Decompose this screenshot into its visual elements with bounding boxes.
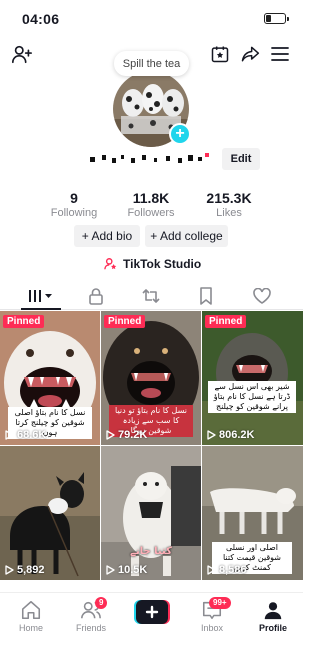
pinned-badge: Pinned [3,315,45,328]
nav-friends-label: Friends [75,623,106,633]
play-icon [207,430,216,440]
spill-the-tea-bubble[interactable]: Spill the tea [114,51,189,76]
tab-reposts[interactable] [141,286,161,306]
tab-private[interactable] [86,286,106,306]
view-count: 8,586 [207,564,247,576]
pinned-badge: Pinned [104,315,146,328]
bookmark-icon [200,287,212,305]
followers-label: Followers [127,207,175,219]
video-thumbnail [202,311,303,445]
play-icon [106,430,115,440]
home-icon [21,600,41,620]
add-avatar-button[interactable]: + [169,123,191,145]
nav-profile[interactable]: Profile [248,599,298,633]
video-tile[interactable]: اصلی اور نسلی شوقین قیمت کتنا کمنٹ کریں … [202,446,303,580]
likes-label: Likes [216,207,242,219]
stat-likes[interactable]: 215.3K Likes [189,190,269,219]
play-icon [5,565,14,575]
followers-count: 11.8K [132,190,170,206]
add-bio-button[interactable]: + Add bio [74,225,140,247]
add-college-button[interactable]: + Add college [145,225,228,247]
profile-tabs [0,282,303,310]
lock-icon [89,288,103,305]
view-count-value: 79.2K [118,429,148,441]
calendar-star-icon[interactable] [208,42,232,66]
create-button[interactable] [134,600,170,624]
tab-videos[interactable] [28,286,54,306]
pinned-badge: Pinned [205,315,247,328]
play-icon [5,430,14,440]
tab-liked[interactable] [252,286,272,306]
nav-home[interactable]: Home [6,599,56,633]
nav-home-label: Home [18,623,43,633]
menu-icon[interactable] [268,42,292,66]
profile-avatar[interactable]: + [113,71,191,147]
add-friend-icon[interactable] [10,42,34,66]
studio-label: TikTok Studio [123,257,202,271]
view-count: 806.2K [207,429,254,441]
nav-profile-label: Profile [258,623,287,633]
active-tab-indicator [21,308,61,310]
stat-following[interactable]: 9 Following [34,190,114,219]
video-tile[interactable]: Pinned نسل کا نام بتاؤ اصلی شوقین کو چیل… [0,311,100,445]
video-tile[interactable]: کتنا جانے 10.5K [101,446,201,580]
tab-saved[interactable] [196,286,216,306]
video-caption: کتنا جانے [130,546,172,557]
video-grid: Pinned نسل کا نام بتاؤ اصلی شوقین کو چیل… [0,311,303,591]
view-count-value: 8,586 [219,564,247,576]
repost-icon [142,289,160,303]
profile-icon [264,602,282,620]
play-icon [106,565,115,575]
video-thumbnail [101,446,201,580]
view-count: 68.6K [5,429,46,441]
play-icon [207,565,216,575]
nav-friends[interactable]: 9 Friends [66,597,116,633]
profile-stats: 9 Following 11.8K Followers 215.3K Likes [0,190,303,220]
view-count-value: 10.5K [118,564,148,576]
nav-inbox-label: Inbox [200,623,224,633]
friends-badge: 9 [95,597,108,609]
heart-icon [253,288,271,304]
following-label: Following [50,207,98,219]
video-tile[interactable]: 5,892 [0,446,100,580]
username-mask [88,153,218,164]
view-count-value: 806.2K [219,429,255,441]
likes-count: 215.3K [206,190,252,206]
tiktok-studio-link[interactable]: TikTok Studio [104,256,201,272]
video-tile[interactable]: Pinned شیر بھی اس نسل سے ڈرتا ہے نسل کا … [202,311,303,445]
video-caption: شیر بھی اس نسل سے ڈرتا ہے نسل کا نام بتا… [208,381,296,413]
nav-inbox[interactable]: 99+ Inbox [187,597,237,633]
view-count-value: 5,892 [17,564,45,576]
view-count: 79.2K [106,429,147,441]
status-time: 04:06 [22,11,60,27]
battery-icon [264,13,289,24]
view-count-value: 68.6K [17,429,47,441]
video-thumbnail [0,446,100,580]
video-tile[interactable]: Pinned نسل کا نام بتاؤ تو دنیا کا سب سے … [101,311,201,445]
inbox-badge: 99+ [209,597,231,609]
view-count: 5,892 [5,564,45,576]
view-count: 10.5K [106,564,147,576]
share-icon[interactable] [238,42,262,66]
grid-icon [29,290,52,302]
studio-icon [104,258,117,270]
status-bar: 04:06 [0,0,303,36]
edit-profile-button[interactable]: Edit [222,148,260,170]
stat-followers[interactable]: 11.8K Followers [111,190,191,219]
following-count: 9 [70,190,78,206]
